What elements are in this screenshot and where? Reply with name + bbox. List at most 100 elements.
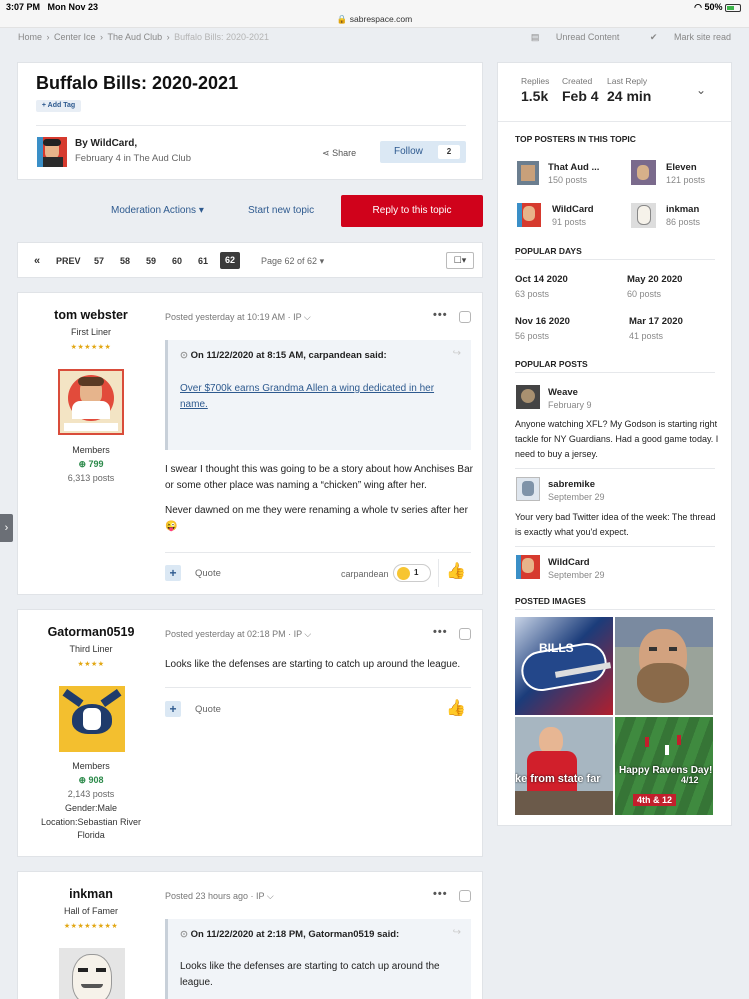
avatar[interactable]	[58, 369, 124, 435]
avatar[interactable]	[516, 385, 540, 409]
post-author[interactable]: Gatorman0519	[18, 625, 164, 639]
laugh-emoji-icon	[397, 567, 410, 580]
first-page-icon[interactable]: «	[34, 255, 40, 267]
post-text: Never dawned on me they were renaming a …	[165, 505, 468, 532]
avatar[interactable]	[517, 203, 541, 227]
avatar[interactable]	[516, 477, 540, 501]
share-arrow-icon[interactable]: ↪	[453, 927, 461, 938]
posted-image-bearded-man[interactable]	[615, 617, 713, 715]
popular-post-author[interactable]: sabremike	[548, 479, 595, 490]
post-gatorman: Gatorman0519 Third Liner ★★★★ Members ⊕ …	[17, 609, 483, 857]
page-60[interactable]: 60	[172, 256, 182, 266]
chevron-down-icon[interactable]: ⌄	[696, 83, 706, 97]
breadcrumb-center-ice[interactable]: Center Ice	[54, 32, 96, 42]
share-arrow-icon[interactable]: ↪	[453, 348, 461, 359]
quote-header[interactable]: ⊙ On 11/22/2020 at 8:15 AM, carpandean s…	[180, 350, 387, 361]
drawer-toggle-chevron-icon[interactable]: ›	[0, 514, 13, 542]
quote-button[interactable]: Quote	[195, 568, 221, 579]
multiquote-plus-button[interactable]: +	[165, 565, 181, 581]
unread-content-link[interactable]: ▤ Unread Content	[517, 32, 620, 42]
top-poster-name[interactable]: inkman	[666, 204, 699, 215]
post-select-checkbox[interactable]	[459, 890, 471, 902]
post-rank: Third Liner	[69, 644, 113, 654]
post-count: 2,143 posts	[67, 789, 115, 799]
popular-day[interactable]: Mar 17 2020	[629, 316, 683, 327]
breadcrumb-home[interactable]: Home	[18, 32, 42, 42]
posted-image-ravens-game[interactable]: Happy Ravens Day! 4/12 4th & 12	[615, 717, 713, 815]
member-location: Location:Sebastian River Florida	[40, 817, 142, 840]
plus-circle-icon: ⊕	[78, 775, 86, 785]
select-posts-toggle[interactable]: ☐▾	[446, 252, 474, 269]
popular-day[interactable]: Oct 14 2020	[515, 274, 568, 285]
page-59[interactable]: 59	[146, 256, 156, 266]
page-current[interactable]: 62	[220, 252, 240, 269]
share-button[interactable]: ⋖ Share	[322, 148, 356, 159]
url-bar[interactable]: 🔒 sabrespace.com	[0, 14, 749, 28]
laughing-emoji-icon: 😜	[165, 521, 178, 532]
post-inkman: inkman Hall of Famer ★★★★★★★★ Posted 23 …	[17, 871, 483, 999]
member-group: Members	[72, 761, 110, 771]
top-poster-posts: 121 posts	[666, 175, 706, 185]
popular-post-author[interactable]: WildCard	[548, 557, 590, 568]
popular-post-author[interactable]: Weave	[548, 387, 578, 398]
posted-image-bills-guitar[interactable]: BILLS	[515, 617, 613, 715]
page-61[interactable]: 61	[198, 256, 208, 266]
multiquote-plus-button[interactable]: +	[165, 701, 181, 717]
add-tag-button[interactable]: + Add Tag	[36, 100, 81, 112]
pagination: « PREV 57 58 59 60 61 62 Page 62 of 62 ▾…	[17, 242, 483, 278]
breadcrumb-aud-club[interactable]: The Aud Club	[108, 32, 163, 42]
author-byline[interactable]: By WildCard,	[75, 138, 137, 149]
mark-read-link[interactable]: ✔ Mark site read	[636, 32, 731, 42]
post-rank: First Liner	[70, 327, 111, 337]
popular-day-posts: 63 posts	[515, 289, 550, 299]
moderation-actions-menu[interactable]: Moderation Actions ▾	[111, 205, 204, 216]
avatar[interactable]	[516, 555, 540, 579]
top-poster-name[interactable]: WildCard	[552, 204, 594, 215]
top-poster-name[interactable]: That Aud ...	[548, 162, 599, 173]
page-57[interactable]: 57	[94, 256, 104, 266]
post-count: 6,313 posts	[67, 473, 115, 483]
more-options-icon[interactable]: •••	[433, 309, 448, 321]
popular-day[interactable]: May 20 2020	[627, 274, 682, 285]
follow-button[interactable]: Follow 2	[380, 141, 466, 163]
post-quote: ⊙ On 11/22/2020 at 2:18 PM, Gatorman0519…	[165, 919, 471, 999]
prev-page-button[interactable]: PREV	[56, 256, 81, 266]
post-select-checkbox[interactable]	[459, 628, 471, 640]
reaction-count[interactable]: 1	[393, 564, 431, 582]
popular-post-date: September 29	[548, 570, 605, 580]
page-58[interactable]: 58	[120, 256, 130, 266]
reaction-user[interactable]: carpandean	[341, 569, 389, 579]
battery-icon	[725, 3, 741, 12]
avatar[interactable]	[37, 137, 67, 167]
popular-day[interactable]: Nov 16 2020	[515, 316, 570, 327]
avatar[interactable]	[631, 203, 656, 228]
post-author[interactable]: inkman	[18, 887, 164, 901]
quote-header[interactable]: ⊙ On 11/22/2020 at 2:18 PM, Gatorman0519…	[180, 929, 399, 940]
avatar[interactable]	[59, 686, 125, 752]
avatar[interactable]	[59, 948, 125, 999]
post-timestamp[interactable]: Posted yesterday at 02:18 PM · IP ⌵	[165, 629, 311, 640]
page-jump-menu[interactable]: Page 62 of 62 ▾	[261, 256, 324, 267]
like-thumb-icon[interactable]: 👍	[446, 698, 466, 718]
popular-post-text[interactable]: Anyone watching XFL? My Godson is starti…	[515, 417, 720, 462]
popular-day-posts: 60 posts	[627, 289, 662, 299]
like-thumb-icon[interactable]: 👍	[446, 561, 466, 581]
post-text: I swear I thought this was going to be a…	[165, 464, 473, 491]
popular-post-text[interactable]: Your very bad Twitter idea of the week: …	[515, 510, 720, 540]
post-select-checkbox[interactable]	[459, 311, 471, 323]
quote-button[interactable]: Quote	[195, 704, 221, 715]
post-author[interactable]: tom webster	[18, 308, 164, 322]
post-timestamp[interactable]: Posted 23 hours ago · IP ⌵	[165, 891, 274, 902]
posted-image-state-farm[interactable]: ke from state far	[515, 717, 613, 815]
popular-day-posts: 56 posts	[515, 331, 550, 341]
avatar[interactable]	[517, 161, 539, 185]
quote-link[interactable]: Over $700k earns Grandma Allen a wing de…	[180, 381, 450, 413]
more-options-icon[interactable]: •••	[433, 626, 448, 638]
post-tom-webster: tom webster First Liner ★★★★★★ Members ⊕…	[17, 292, 483, 595]
start-new-topic-link[interactable]: Start new topic	[248, 205, 314, 216]
post-timestamp[interactable]: Posted yesterday at 10:19 AM · IP ⌵	[165, 312, 311, 323]
avatar[interactable]	[631, 160, 656, 185]
reply-to-topic-button[interactable]: Reply to this topic	[341, 195, 483, 227]
more-options-icon[interactable]: •••	[433, 888, 448, 900]
top-poster-name[interactable]: Eleven	[666, 162, 697, 173]
